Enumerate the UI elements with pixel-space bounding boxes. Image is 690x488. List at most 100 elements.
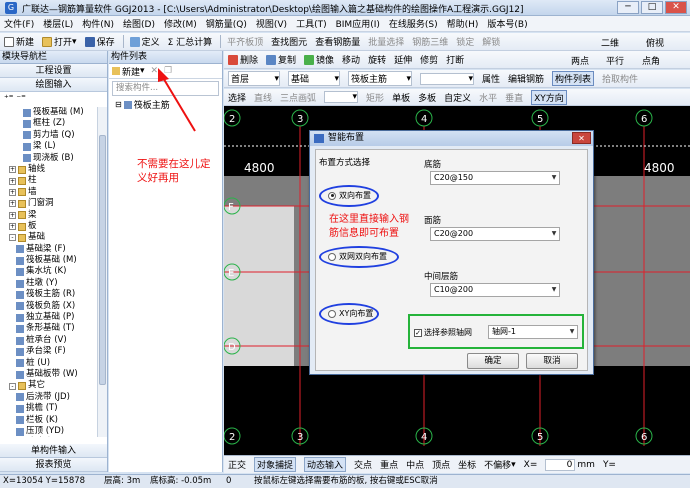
dropdown-arrow-icon[interactable]: ▼ bbox=[549, 284, 559, 296]
menu-view[interactable]: 视图(V) bbox=[256, 17, 287, 30]
three-point-arc-button[interactable]: 三点画弧 bbox=[280, 91, 316, 104]
offset-select[interactable]: 不偏移 ▾ bbox=[484, 458, 516, 472]
view-rebar-qty-button[interactable]: 查看钢筋量 bbox=[315, 35, 360, 48]
expand-icon[interactable]: + bbox=[9, 200, 16, 208]
custom-button[interactable]: 自定义 bbox=[444, 91, 471, 104]
parallel-button[interactable]: 平行 bbox=[606, 54, 624, 67]
menu-version[interactable]: 版本号(B) bbox=[487, 17, 527, 30]
rotate-button[interactable]: 旋转 bbox=[368, 53, 386, 66]
tree-item[interactable]: 承台梁 (F) bbox=[2, 346, 97, 357]
expand-icon[interactable]: + bbox=[9, 223, 16, 231]
project-settings-button[interactable]: 工程设置 bbox=[0, 64, 107, 78]
tree-item[interactable]: 筏板主筋 (R) bbox=[2, 289, 97, 300]
extend-button[interactable]: 延伸 bbox=[394, 53, 412, 66]
expand-all-icon[interactable]: ⁺⁼ bbox=[4, 94, 14, 104]
pick-component-button[interactable]: 拾取构件 bbox=[602, 72, 638, 85]
tree-item[interactable]: + 轴线 bbox=[2, 164, 97, 175]
tree-collapse-icon[interactable]: ⊟ bbox=[115, 100, 122, 109]
new-component-button[interactable]: 新建 ▾ bbox=[112, 65, 145, 78]
tree-item[interactable]: 基础板带 (W) bbox=[2, 369, 97, 380]
expand-icon[interactable]: + bbox=[9, 188, 16, 196]
multi-slab-button[interactable]: 多板 bbox=[418, 91, 436, 104]
tree-item[interactable]: 现浇板 (B) bbox=[2, 153, 97, 164]
tree-item[interactable]: 基础梁 (F) bbox=[2, 244, 97, 255]
option-xy[interactable]: XY向布置 bbox=[328, 308, 373, 319]
close-button[interactable]: ✕ bbox=[665, 1, 687, 14]
tree-item[interactable]: 框柱 (Z) bbox=[2, 118, 97, 129]
point-angle-button[interactable]: 点角 bbox=[642, 54, 660, 67]
tree-item[interactable]: 栏板 (K) bbox=[2, 415, 97, 426]
object-snap-button[interactable]: 对象捕捉 bbox=[254, 457, 297, 472]
menu-online[interactable]: 在线服务(S) bbox=[389, 17, 438, 30]
tree-item[interactable]: + 门窗洞 bbox=[2, 198, 97, 209]
xy-direction-button[interactable]: XY方向 bbox=[531, 89, 567, 105]
coordinate-snap-button[interactable]: 坐标 bbox=[458, 458, 476, 471]
save-button[interactable]: 保存 bbox=[84, 35, 115, 48]
open-button[interactable]: 打开 ▾ bbox=[42, 35, 77, 48]
ortho-button[interactable]: 正交 bbox=[228, 458, 246, 471]
reference-grid-checkbox[interactable]: ✓ 选择参照轴网 bbox=[414, 327, 472, 338]
find-element-button[interactable]: 查找图元 bbox=[271, 35, 307, 48]
tree-item[interactable]: 柱墩 (Y) bbox=[2, 278, 97, 289]
two-point-button[interactable]: 两点 bbox=[571, 54, 589, 67]
element-type-select[interactable]: 筏板主筋 ▾ bbox=[348, 71, 412, 86]
report-preview-button[interactable]: 报表预览 bbox=[0, 458, 107, 472]
line-button[interactable]: 直线 bbox=[254, 91, 272, 104]
ok-button[interactable]: 确定 bbox=[467, 353, 519, 369]
tree-item[interactable]: 桩承台 (V) bbox=[2, 335, 97, 346]
menu-draw[interactable]: 绘图(D) bbox=[123, 17, 155, 30]
vertical-button[interactable]: 垂直 bbox=[505, 91, 523, 104]
menu-bim[interactable]: BIM应用(I) bbox=[336, 17, 380, 30]
break-button[interactable]: 打断 bbox=[446, 53, 464, 66]
reference-grid-select[interactable]: 轴网-1 ▼ bbox=[488, 325, 578, 339]
tree-scrollbar[interactable] bbox=[97, 107, 107, 437]
bottom-rebar-field[interactable]: C20@150 ▼ bbox=[430, 171, 560, 185]
menu-component[interactable]: 构件(N) bbox=[82, 17, 114, 30]
dialog-close-button[interactable]: ✕ bbox=[572, 132, 591, 144]
single-component-input-button[interactable]: 单构件输入 bbox=[0, 444, 107, 458]
tree-item[interactable]: + 梁 bbox=[2, 210, 97, 221]
tree-item[interactable]: 筏板基础 (M) bbox=[2, 107, 97, 118]
tree-item[interactable]: - 其它 bbox=[2, 380, 97, 391]
menu-modify[interactable]: 修改(M) bbox=[164, 17, 197, 30]
delete-button[interactable]: 删除 bbox=[228, 53, 258, 66]
tree-item[interactable]: 筏板负筋 (X) bbox=[2, 301, 97, 312]
component-list-button[interactable]: 构件列表 bbox=[552, 71, 595, 86]
menu-help[interactable]: 帮助(H) bbox=[447, 17, 479, 30]
rebar-3d-button[interactable]: 钢筋三维 bbox=[412, 35, 448, 48]
tree-item[interactable]: 梁 (L) bbox=[2, 141, 97, 152]
batch-select-button[interactable]: 批量选择 bbox=[368, 35, 404, 48]
tree-item[interactable]: 剪力墙 (Q) bbox=[2, 130, 97, 141]
single-slab-button[interactable]: 单板 bbox=[392, 91, 410, 104]
tree-item[interactable]: + 墙 bbox=[2, 187, 97, 198]
mirror-button[interactable]: 镜像 bbox=[304, 53, 334, 66]
arc-mode-select[interactable]: ▾ bbox=[324, 91, 359, 103]
menu-rebar-qty[interactable]: 钢筋量(Q) bbox=[206, 17, 247, 30]
category-select[interactable]: 基础 ▾ bbox=[288, 71, 340, 86]
tree-item[interactable]: 桩 (U) bbox=[2, 358, 97, 369]
top-rebar-field[interactable]: C20@200 ▼ bbox=[430, 227, 560, 241]
expand-icon[interactable]: + bbox=[9, 211, 16, 219]
minimize-button[interactable]: ─ bbox=[617, 1, 639, 14]
maximize-button[interactable]: □ bbox=[641, 1, 663, 14]
calculate-button[interactable]: Σ 汇总计算 bbox=[168, 35, 213, 48]
collapse-all-icon[interactable]: ⁻⁼ bbox=[16, 94, 26, 104]
tree-item[interactable]: 后浇带 (JD) bbox=[2, 392, 97, 403]
vertex-snap-button[interactable]: 顶点 bbox=[432, 458, 450, 471]
expand-icon[interactable]: + bbox=[9, 166, 16, 174]
tree-item[interactable]: 压顶 (YD) bbox=[2, 426, 97, 437]
tree-item[interactable]: 筏板基础 (M) bbox=[2, 255, 97, 266]
2d-view-button[interactable]: 二维 bbox=[601, 36, 619, 49]
top-view-button[interactable]: 俯视 bbox=[646, 36, 664, 49]
align-slab-top-button[interactable]: 平齐板顶 bbox=[227, 35, 263, 48]
floor-select[interactable]: 首层 ▾ bbox=[228, 71, 280, 86]
define-button[interactable]: 定义 bbox=[129, 35, 160, 48]
properties-button[interactable]: 属性 bbox=[482, 72, 500, 85]
element-select[interactable]: ▾ bbox=[420, 72, 474, 85]
scrollbar-thumb[interactable] bbox=[99, 135, 106, 385]
menu-floor[interactable]: 楼层(L) bbox=[43, 17, 73, 30]
horizontal-button[interactable]: 水平 bbox=[479, 91, 497, 104]
middle-rebar-field[interactable]: C10@200 ▼ bbox=[430, 283, 560, 297]
collapse-icon[interactable]: - bbox=[9, 382, 16, 390]
perpendicular-snap-button[interactable]: 重点 bbox=[380, 458, 398, 471]
